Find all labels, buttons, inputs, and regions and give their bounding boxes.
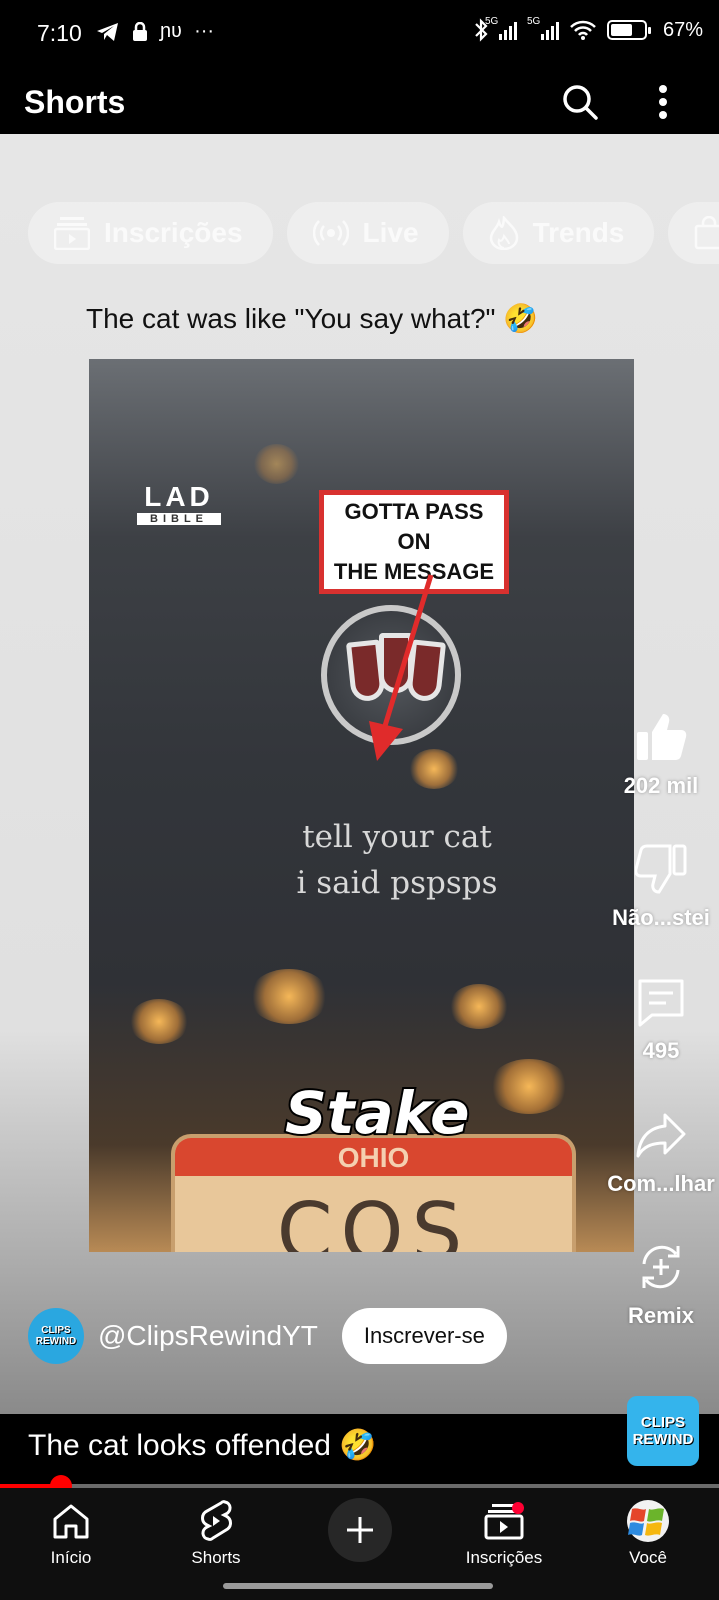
share-icon	[636, 1113, 686, 1158]
profile-avatar-icon	[627, 1500, 669, 1542]
like-button[interactable]: 202 mil	[596, 709, 719, 799]
nav-home[interactable]: Início	[11, 1498, 131, 1568]
nav-you[interactable]: Você	[588, 1498, 708, 1568]
carrier-tag: ɲʋ	[160, 20, 183, 42]
comment-icon	[638, 979, 684, 1027]
shopping-bag-icon	[695, 216, 719, 250]
signal-icon-sim1: 5G	[485, 16, 517, 40]
more-options-button[interactable]	[641, 80, 685, 124]
thumbs-up-icon	[637, 714, 687, 760]
more-notifications-icon: ···	[194, 20, 215, 42]
chip-shopping[interactable]	[668, 202, 719, 264]
channel-avatar[interactable]: CLIPS REWIND	[28, 1308, 84, 1364]
thumbs-down-icon	[635, 844, 687, 894]
nav-subscriptions[interactable]: Inscrições	[444, 1498, 564, 1568]
subscriptions-icon	[54, 217, 90, 250]
dislike-button[interactable]: Não...stei	[596, 841, 719, 931]
lock-icon	[133, 21, 147, 41]
telegram-icon	[97, 22, 118, 41]
ladbible-watermark: LAD BIBLE	[137, 483, 221, 525]
video-caption: The cat looks offended 🤣	[28, 1429, 377, 1462]
home-icon	[53, 1504, 89, 1539]
more-vert-icon	[659, 85, 667, 119]
wifi-icon	[570, 20, 596, 40]
video-overlay-text: tell your cat i said pspsps	[296, 819, 498, 901]
comments-button[interactable]: 495	[596, 974, 719, 1064]
app-header: Shorts	[0, 70, 719, 134]
battery-icon	[606, 20, 651, 40]
channel-handle[interactable]: @ClipsRewindYT	[98, 1320, 318, 1352]
arrow-annotation	[369, 574, 434, 761]
battery-percent: 67%	[662, 18, 703, 41]
channel-row: CLIPS REWIND @ClipsRewindYT Inscrever-se	[28, 1308, 507, 1364]
search-icon	[563, 85, 598, 120]
create-button[interactable]	[328, 1498, 392, 1562]
license-plate: OHIO COS 5471	[171, 1134, 576, 1252]
shorts-post-card[interactable]: Inscrições Live Trends The cat was like …	[0, 134, 719, 1414]
status-time: 7:10	[37, 20, 82, 46]
search-button[interactable]	[558, 80, 602, 124]
share-button[interactable]: Com...lhar	[596, 1107, 719, 1197]
signal-icon-sim2: 5G	[527, 16, 559, 40]
post-title: The cat was like "You say what?" 🤣	[86, 303, 539, 334]
notification-dot	[512, 1502, 524, 1514]
remix-button[interactable]: Remix	[596, 1239, 719, 1329]
caption-bar[interactable]: The cat looks offended 🤣	[0, 1414, 719, 1484]
video-player[interactable]: LAD BIBLE GOTTA PASS ON THE MESSAGE tell…	[89, 359, 634, 1252]
chip-live[interactable]: Live	[286, 202, 449, 264]
trends-icon	[489, 216, 518, 250]
gesture-bar	[223, 1583, 493, 1589]
subscribe-button[interactable]: Inscrever-se	[341, 1308, 507, 1364]
channel-logo-badge[interactable]: CLIPS REWIND	[627, 1396, 699, 1466]
page-title: Shorts	[24, 84, 126, 120]
plus-icon	[347, 1517, 373, 1543]
chip-trends[interactable]: Trends	[462, 202, 655, 264]
chip-subscriptions[interactable]: Inscrições	[28, 202, 273, 264]
nav-shorts[interactable]: Shorts	[156, 1498, 276, 1568]
shorts-icon	[201, 1500, 232, 1541]
status-bar: 7:10 ɲʋ ··· 5G 5G 67%	[0, 0, 719, 70]
sponsor-logo: Stake	[283, 1077, 471, 1149]
live-icon	[312, 220, 349, 246]
filter-chips: Inscrições Live Trends	[28, 202, 719, 264]
remix-icon	[642, 1245, 680, 1289]
